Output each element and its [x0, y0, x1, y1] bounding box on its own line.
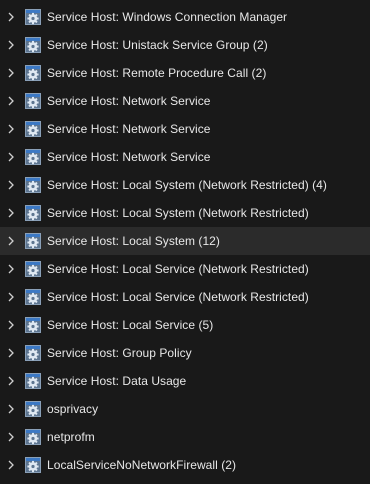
process-row[interactable]: Service Host: Local System (Network Rest… [0, 199, 370, 227]
chevron-right-icon[interactable] [0, 115, 22, 143]
process-row[interactable]: Service Host: Remote Procedure Call (2) [0, 59, 370, 87]
service-host-icon [25, 457, 41, 473]
process-label: Service Host: Windows Connection Manager [47, 10, 288, 24]
chevron-right-icon[interactable] [0, 451, 22, 479]
process-label: netprofm [47, 430, 95, 444]
process-row[interactable]: osprivacy [0, 395, 370, 423]
chevron-right-icon[interactable] [0, 3, 22, 31]
process-row[interactable]: Service Host: Local Service (Network Res… [0, 283, 370, 311]
chevron-right-icon[interactable] [0, 87, 22, 115]
service-host-icon [25, 37, 41, 53]
process-list: Service Host: Windows Connection Manager [0, 0, 370, 479]
process-label: Service Host: Data Usage [47, 374, 187, 388]
process-label: Service Host: Local System (Network Rest… [47, 206, 309, 220]
service-host-icon [25, 401, 41, 417]
service-host-icon [25, 177, 41, 193]
service-host-icon [25, 429, 41, 445]
service-host-icon [25, 233, 41, 249]
process-row[interactable]: Service Host: Local Service (5) [0, 311, 370, 339]
process-label: Service Host: Local Service (Network Res… [47, 290, 309, 304]
service-host-icon [25, 261, 41, 277]
process-label: LocalServiceNoNetworkFirewall (2) [47, 458, 237, 472]
process-row[interactable]: Service Host: Network Service [0, 115, 370, 143]
service-host-icon [25, 149, 41, 165]
process-label: osprivacy [47, 402, 99, 416]
process-row[interactable]: LocalServiceNoNetworkFirewall (2) [0, 451, 370, 479]
process-label: Service Host: Network Service [47, 122, 211, 136]
process-label: Service Host: Local System (12) [47, 234, 220, 248]
process-label: Service Host: Remote Procedure Call (2) [47, 66, 267, 80]
chevron-right-icon[interactable] [0, 283, 22, 311]
chevron-right-icon[interactable] [0, 31, 22, 59]
chevron-right-icon[interactable] [0, 423, 22, 451]
process-row[interactable]: Service Host: Network Service [0, 143, 370, 171]
chevron-right-icon[interactable] [0, 59, 22, 87]
process-row[interactable]: netprofm [0, 423, 370, 451]
service-host-icon [25, 205, 41, 221]
chevron-right-icon[interactable] [0, 171, 22, 199]
process-label: Service Host: Network Service [47, 94, 211, 108]
process-row[interactable]: Service Host: Network Service [0, 87, 370, 115]
chevron-right-icon[interactable] [0, 395, 22, 423]
service-host-icon [25, 373, 41, 389]
chevron-right-icon[interactable] [0, 199, 22, 227]
service-host-icon [25, 289, 41, 305]
process-row[interactable]: Service Host: Local System (Network Rest… [0, 171, 370, 199]
process-row[interactable]: Service Host: Group Policy [0, 339, 370, 367]
chevron-right-icon[interactable] [0, 143, 22, 171]
chevron-right-icon[interactable] [0, 311, 22, 339]
process-row[interactable]: Service Host: Local System (12) [0, 227, 370, 255]
process-label: Service Host: Network Service [47, 150, 211, 164]
process-label: Service Host: Local Service (5) [47, 318, 214, 332]
service-host-icon [25, 317, 41, 333]
chevron-right-icon[interactable] [0, 339, 22, 367]
service-host-icon [25, 93, 41, 109]
process-label: Service Host: Local System (Network Rest… [47, 178, 327, 192]
chevron-right-icon[interactable] [0, 255, 22, 283]
process-row[interactable]: Service Host: Windows Connection Manager [0, 3, 370, 31]
chevron-right-icon[interactable] [0, 227, 22, 255]
process-label: Service Host: Unistack Service Group (2) [47, 38, 268, 52]
process-row[interactable]: Service Host: Local Service (Network Res… [0, 255, 370, 283]
service-host-icon [25, 65, 41, 81]
service-host-icon [25, 9, 41, 25]
chevron-right-icon[interactable] [0, 367, 22, 395]
process-row[interactable]: Service Host: Data Usage [0, 367, 370, 395]
service-host-icon [25, 121, 41, 137]
process-label: Service Host: Group Policy [47, 346, 192, 360]
service-host-icon [25, 345, 41, 361]
process-label: Service Host: Local Service (Network Res… [47, 262, 309, 276]
process-row[interactable]: Service Host: Unistack Service Group (2) [0, 31, 370, 59]
